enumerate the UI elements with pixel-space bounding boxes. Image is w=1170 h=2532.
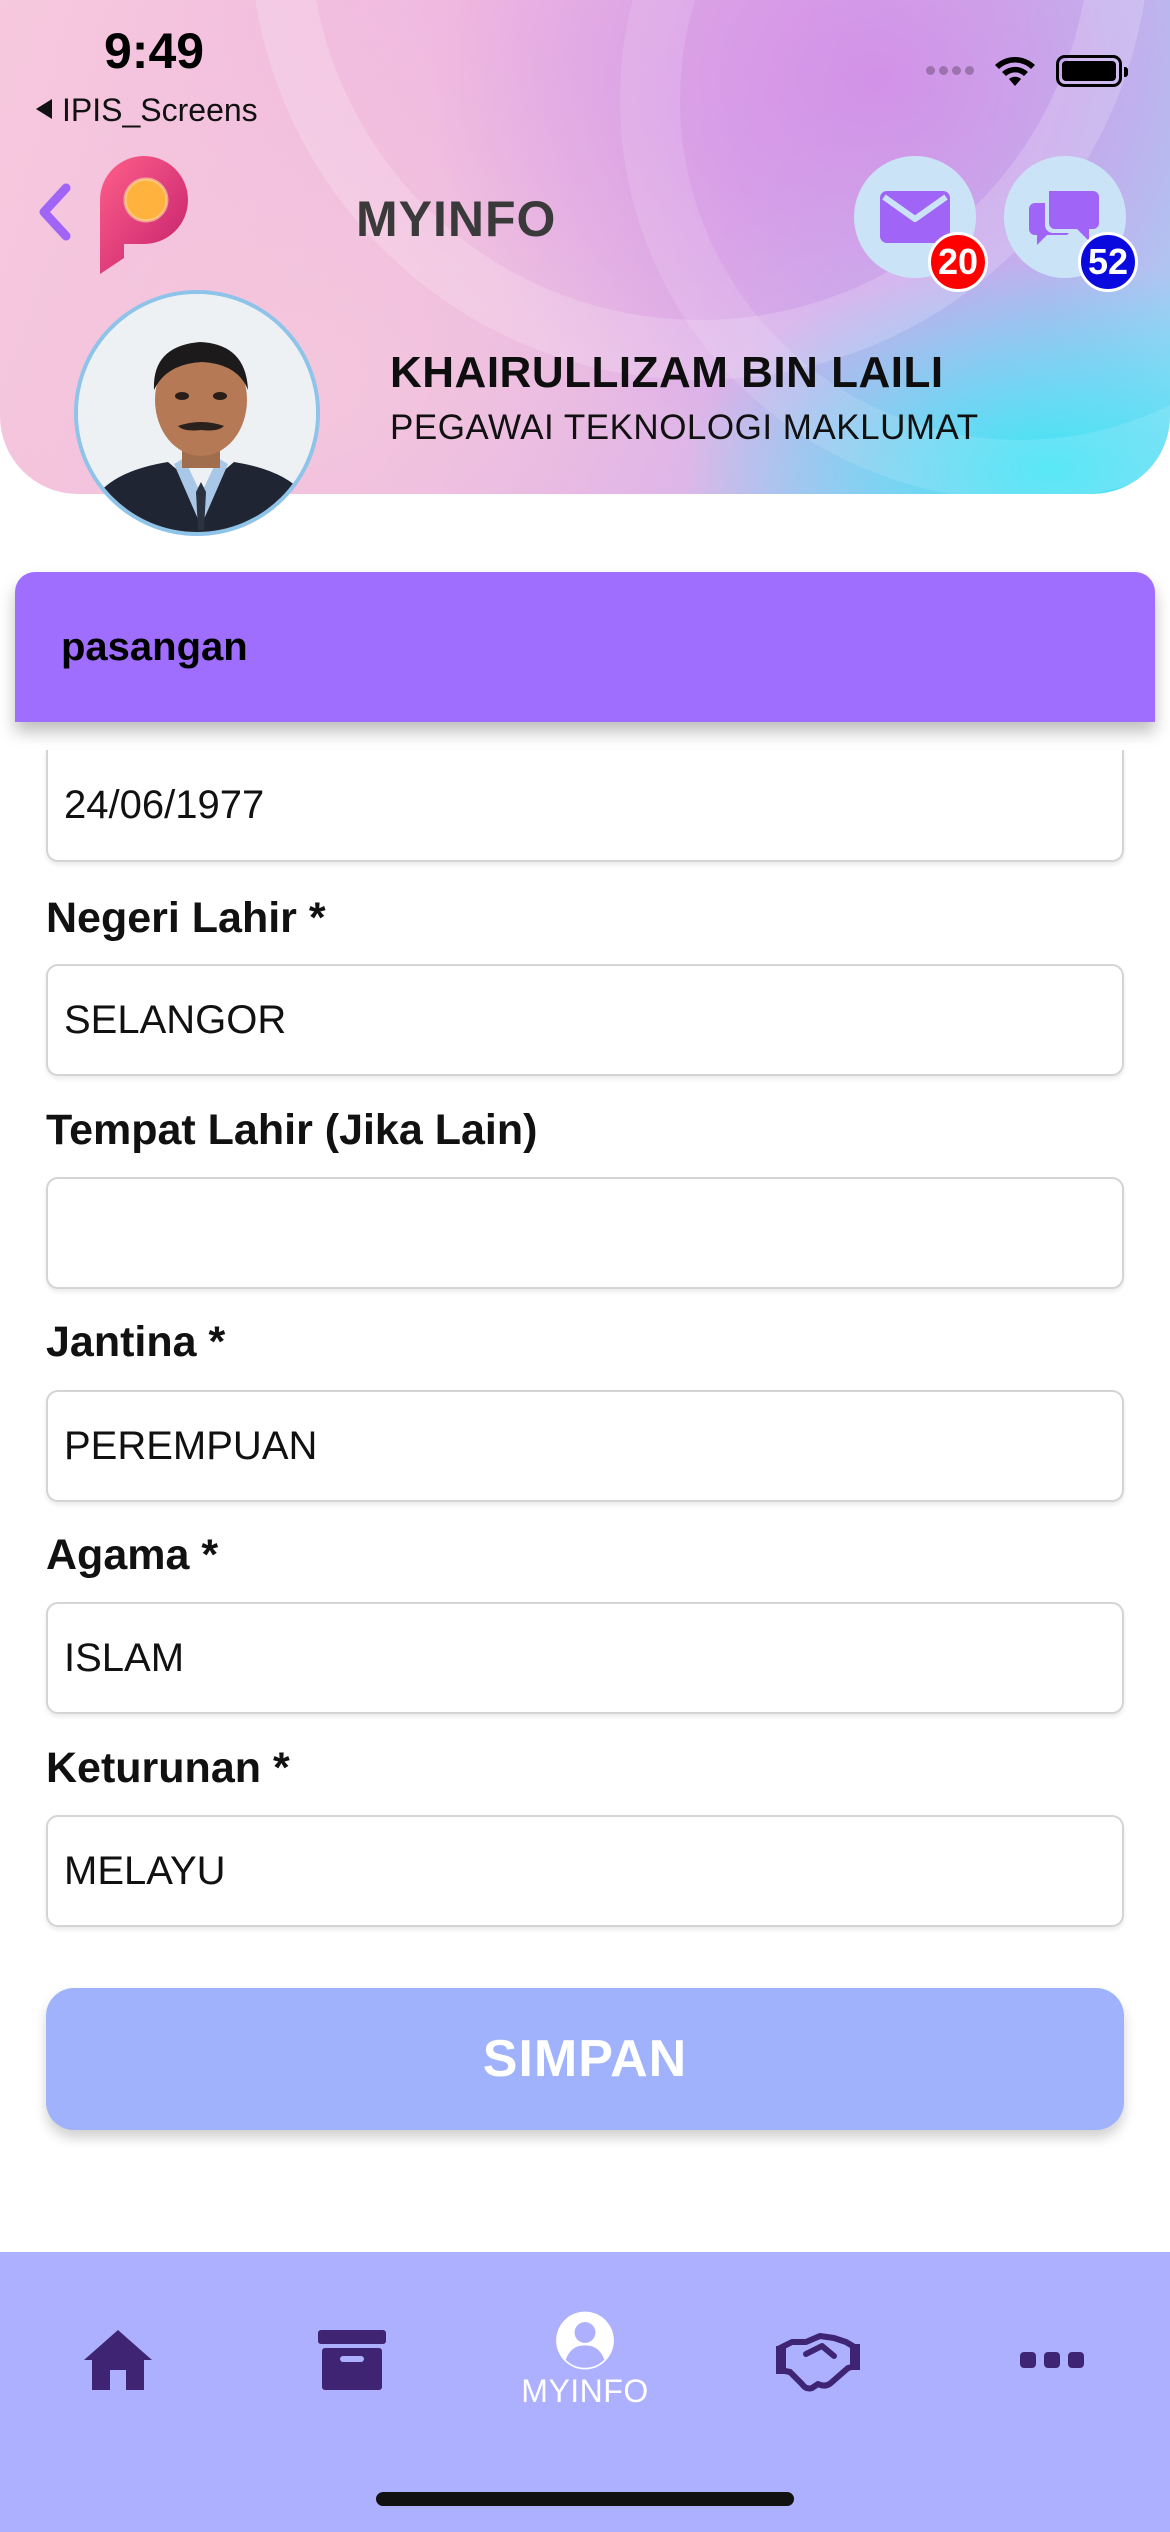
page-title: MYINFO bbox=[356, 191, 557, 247]
jantina-field[interactable] bbox=[46, 1390, 1124, 1502]
chat-badge: 52 bbox=[1078, 232, 1138, 292]
agama-field[interactable] bbox=[46, 1602, 1124, 1714]
avatar bbox=[74, 290, 320, 536]
save-button[interactable]: SIMPAN bbox=[46, 1988, 1124, 2130]
back-chevron-icon[interactable] bbox=[34, 182, 74, 242]
section-title: pasangan bbox=[61, 624, 248, 669]
back-app-label: IPIS_Screens bbox=[62, 92, 258, 128]
negeri-lahir-label: Negeri Lahir * bbox=[46, 894, 326, 942]
tab-archive[interactable] bbox=[302, 2310, 402, 2410]
keturunan-label: Keturunan * bbox=[46, 1744, 290, 1792]
agama-label: Agama * bbox=[46, 1531, 219, 1579]
user-icon bbox=[556, 2311, 614, 2370]
status-time: 9:49 bbox=[104, 23, 205, 79]
signal-icon bbox=[922, 62, 974, 80]
more-icon bbox=[1020, 2352, 1084, 2368]
tab-home[interactable] bbox=[68, 2310, 168, 2410]
back-to-app-link[interactable]: IPIS_Screens bbox=[36, 92, 258, 129]
user-role: PEGAWAI TEKNOLOGI MAKLUMAT bbox=[390, 408, 979, 447]
negeri-lahir-field[interactable] bbox=[46, 964, 1124, 1076]
tempat-lahir-field[interactable] bbox=[46, 1177, 1124, 1289]
user-name: KHAIRULLIZAM BIN LAILI bbox=[390, 348, 944, 397]
wifi-icon bbox=[995, 57, 1035, 86]
profile-photo bbox=[78, 294, 316, 532]
section-header[interactable]: pasangan bbox=[15, 572, 1155, 722]
back-triangle-icon bbox=[36, 99, 52, 119]
home-icon bbox=[84, 2330, 152, 2390]
tab-handshake[interactable] bbox=[768, 2310, 868, 2410]
tempat-lahir-label: Tempat Lahir (Jika Lain) bbox=[46, 1106, 538, 1154]
archive-icon bbox=[318, 2330, 386, 2390]
home-indicator bbox=[376, 2492, 794, 2506]
mail-badge: 20 bbox=[928, 232, 988, 292]
mail-icon bbox=[880, 191, 950, 243]
handshake-icon bbox=[776, 2333, 860, 2392]
tab-myinfo-label: MYINFO bbox=[521, 2373, 649, 2409]
battery-icon bbox=[1056, 55, 1128, 87]
jantina-label: Jantina * bbox=[46, 1318, 226, 1366]
tab-myinfo[interactable]: MYINFO bbox=[500, 2310, 670, 2410]
date-field[interactable] bbox=[46, 750, 1124, 862]
tab-more[interactable] bbox=[1002, 2310, 1102, 2410]
app-logo bbox=[100, 156, 188, 274]
keturunan-field[interactable] bbox=[46, 1815, 1124, 1927]
status-icons bbox=[922, 54, 1128, 88]
